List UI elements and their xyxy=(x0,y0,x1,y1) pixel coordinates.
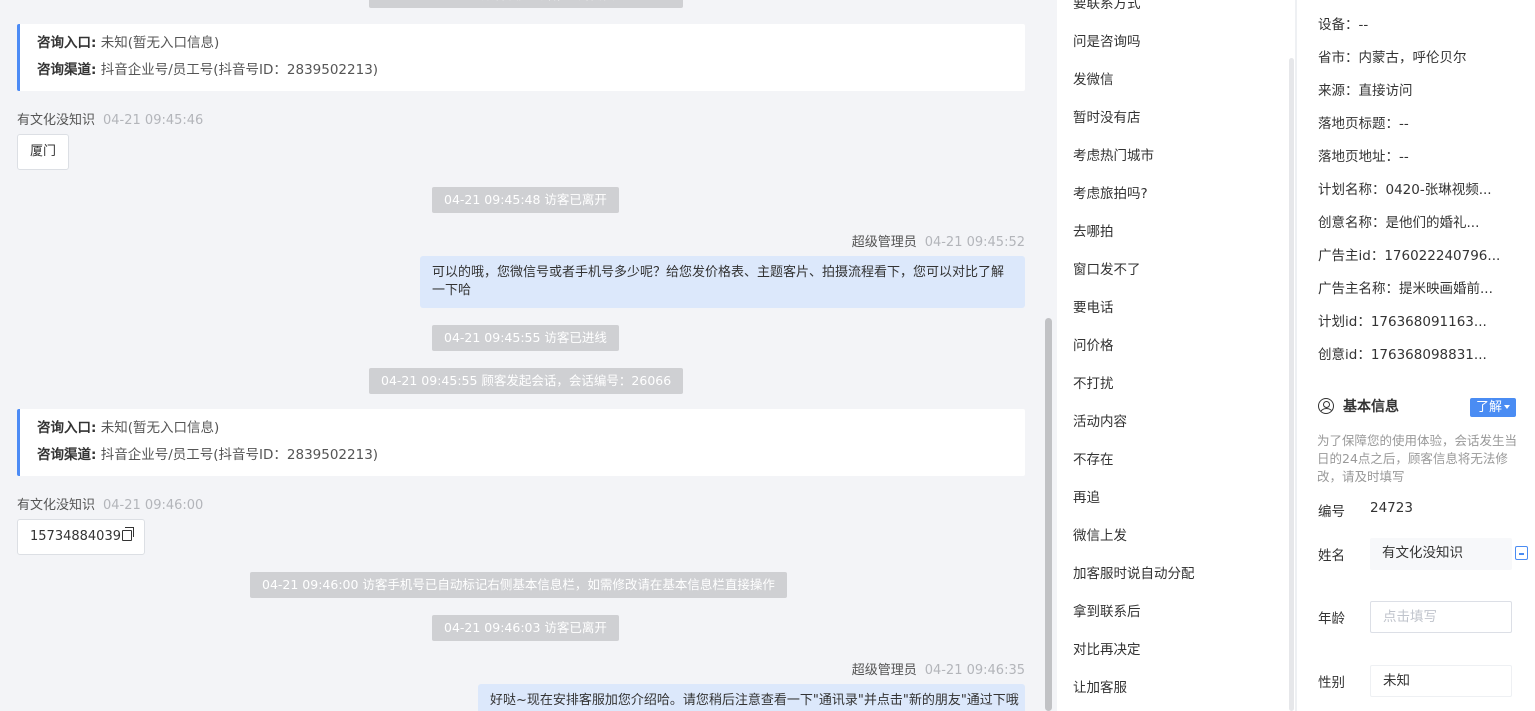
system-message: 04-21 09:46:03 访客已离开 xyxy=(432,615,619,641)
quick-reply-item[interactable]: 微信上发 xyxy=(1073,526,1127,546)
quick-reply-item[interactable]: 暂时没有店 xyxy=(1073,108,1141,128)
profile-detail-row: 省市：内蒙古，呼伦贝尔 xyxy=(1318,48,1467,68)
customer-message-bubble[interactable]: 厦门 xyxy=(17,134,70,170)
profile-detail-row: 落地页地址：-- xyxy=(1318,147,1409,167)
quick-reply-item[interactable]: 加客服时说自动分配 xyxy=(1073,564,1195,584)
consult-channel-row: 咨询渠道: 抖音企业号/员工号(抖音号ID：2839502213) xyxy=(37,62,379,78)
detail-label: 创意名称： xyxy=(1318,215,1386,231)
consult-entry-row: 咨询入口: 未知(暂无入口信息) xyxy=(37,420,220,436)
name-field[interactable]: 有文化没知识 xyxy=(1370,538,1512,570)
message-sender: 有文化没知识 04-21 09:46:00 xyxy=(17,498,204,513)
basic-info-title: 基本信息 xyxy=(1318,397,1399,417)
quick-reply-item[interactable]: 拿到联系后 xyxy=(1073,602,1141,622)
user-icon xyxy=(1318,398,1334,414)
copy-icon[interactable] xyxy=(121,527,134,541)
learn-dropdown-button[interactable]: 了解 xyxy=(1470,398,1517,417)
age-input[interactable]: 点击填写 xyxy=(1370,601,1512,633)
detail-value: 176368091163... xyxy=(1370,314,1487,330)
consult-channel-row: 咨询渠道: 抖音企业号/员工号(抖音号ID：2839502213) xyxy=(37,447,379,463)
detail-value: 直接访问 xyxy=(1358,83,1413,99)
detail-value: 176022240796... xyxy=(1384,248,1501,264)
detail-value: 是他们的婚礼... xyxy=(1385,215,1480,231)
age-label: 年龄 xyxy=(1318,611,1345,627)
system-message: 04-21 09:46:00 访客手机号已自动标记右侧基本信息栏，如需修改请在基… xyxy=(250,572,787,598)
detail-label: 计划名称： xyxy=(1318,182,1386,198)
detail-value: -- xyxy=(1399,116,1409,132)
quick-reply-item[interactable]: 窗口发不了 xyxy=(1073,260,1141,280)
quick-reply-item[interactable]: 让加客服 xyxy=(1073,678,1127,698)
message-sender: 超级管理员 04-21 09:46:35 xyxy=(851,663,1025,678)
detail-label: 广告主id： xyxy=(1318,248,1385,264)
quick-reply-item[interactable]: 不打扰 xyxy=(1073,374,1114,394)
system-message: 04-21 09:45:27 顾客发起会话，会话编号：26065 xyxy=(369,0,684,8)
chat-scrollbar-thumb[interactable] xyxy=(1045,318,1052,711)
name-label: 姓名 xyxy=(1318,548,1345,564)
detail-label: 落地页标题： xyxy=(1318,116,1399,132)
customer-profile-panel: 设备：-- 省市：内蒙古，呼伦贝尔 来源：直接访问 落地页标题：-- 落地页地址：-- 计… xyxy=(1297,0,1535,711)
detail-label: 来源： xyxy=(1318,83,1359,99)
quick-reply-item[interactable]: 考虑旅拍吗? xyxy=(1073,184,1148,204)
message-sender: 有文化没知识 04-21 09:45:46 xyxy=(17,113,204,128)
system-message: 04-21 09:45:55 访客已进线 xyxy=(432,325,619,351)
agent-message-bubble[interactable]: 好哒~现在安排客服加您介绍哈。请您稍后注意查看一下"通讯录"并点击"新的朋友"通… xyxy=(478,684,1025,711)
detail-value: -- xyxy=(1399,149,1409,165)
chat-scrollbar[interactable] xyxy=(1043,0,1055,711)
quick-reply-scrollbar-thumb[interactable] xyxy=(1289,58,1294,711)
system-message: 04-21 09:45:55 顾客发起会话，会话编号：26066 xyxy=(369,368,684,394)
id-value: 24723 xyxy=(1370,500,1413,516)
quick-reply-scrollbar[interactable] xyxy=(1288,0,1295,711)
detail-value: 0420-张琳视频... xyxy=(1385,182,1492,198)
chat-panel: 04-21 09:45:27 顾客发起会话，会话编号：26065 咨询入口: 未… xyxy=(0,0,1042,711)
gender-label: 性别 xyxy=(1318,675,1345,691)
profile-detail-row: 创意名称：是他们的婚礼... xyxy=(1318,213,1479,233)
profile-detail-row: 广告主名称：提米映画婚前... xyxy=(1318,279,1493,299)
consult-entry-row: 咨询入口: 未知(暂无入口信息) xyxy=(37,35,220,51)
quick-reply-item[interactable]: 活动内容 xyxy=(1073,412,1127,432)
customer-message-bubble[interactable]: 15734884039 xyxy=(17,519,145,555)
quick-reply-item[interactable]: 发微信 xyxy=(1073,70,1114,90)
quick-reply-item[interactable]: 要联系方式 xyxy=(1073,0,1141,14)
detail-label: 落地页地址： xyxy=(1318,149,1399,165)
id-label: 编号 xyxy=(1318,504,1345,520)
caret-down-icon xyxy=(1504,405,1511,409)
quick-reply-item[interactable]: 对比再决定 xyxy=(1073,640,1141,660)
edit-name-icon[interactable] xyxy=(1515,546,1528,560)
profile-detail-row: 创意id：176368098831... xyxy=(1318,345,1487,365)
profile-detail-row: 落地页标题：-- xyxy=(1318,114,1409,134)
quick-reply-item[interactable]: 去哪拍 xyxy=(1073,222,1114,242)
edit-notice: 为了保障您的使用体验，会话发生当日的24点之后，顾客信息将无法修改，请及时填写 xyxy=(1317,433,1518,484)
quick-reply-item[interactable]: 再追 xyxy=(1073,488,1100,508)
profile-detail-row: 来源：直接访问 xyxy=(1318,81,1413,101)
consult-info-card: 咨询入口: 未知(暂无入口信息) 咨询渠道: 抖音企业号/员工号(抖音号ID：2… xyxy=(17,409,1025,476)
message-sender: 超级管理员 04-21 09:45:52 xyxy=(851,235,1025,250)
profile-detail-row: 计划名称：0420-张琳视频... xyxy=(1318,180,1492,200)
detail-value: 176368098831... xyxy=(1370,347,1487,363)
consult-info-card: 咨询入口: 未知(暂无入口信息) 咨询渠道: 抖音企业号/员工号(抖音号ID：2… xyxy=(17,24,1025,91)
profile-detail-row: 设备：-- xyxy=(1318,15,1368,35)
detail-label: 计划id： xyxy=(1318,314,1371,330)
quick-reply-item[interactable]: 考虑热门城市 xyxy=(1073,146,1154,166)
profile-detail-row: 计划id：176368091163... xyxy=(1318,312,1487,332)
detail-label: 省市： xyxy=(1318,50,1359,66)
agent-message-bubble[interactable]: 可以的哦，您微信号或者手机号多少呢？给您发价格表、主题客片、拍摄流程看下，您可以… xyxy=(420,256,1025,308)
detail-label: 设备： xyxy=(1318,17,1359,33)
detail-label: 创意id： xyxy=(1318,347,1371,363)
quick-reply-list: 要联系方式问是咨询吗发微信暂时没有店考虑热门城市 考虑旅拍吗? 去哪拍窗口发不了要电… xyxy=(1057,0,1288,711)
quick-reply-item[interactable]: 要电话 xyxy=(1073,298,1114,318)
phone-number-text: 15734884039 xyxy=(30,529,121,544)
detail-value: 提米映画婚前... xyxy=(1399,281,1493,297)
quick-reply-item[interactable]: 问是咨询吗 xyxy=(1073,32,1141,52)
quick-reply-item[interactable]: 不存在 xyxy=(1073,450,1114,470)
detail-label: 广告主名称： xyxy=(1318,281,1399,297)
quick-reply-item[interactable]: 问价格 xyxy=(1073,336,1114,356)
detail-value: -- xyxy=(1358,17,1369,33)
system-message: 04-21 09:45:48 访客已离开 xyxy=(432,187,619,213)
detail-value: 内蒙古，呼伦贝尔 xyxy=(1358,50,1467,66)
gender-select[interactable]: 未知 xyxy=(1370,665,1512,697)
profile-detail-row: 广告主id：176022240796... xyxy=(1318,246,1500,266)
